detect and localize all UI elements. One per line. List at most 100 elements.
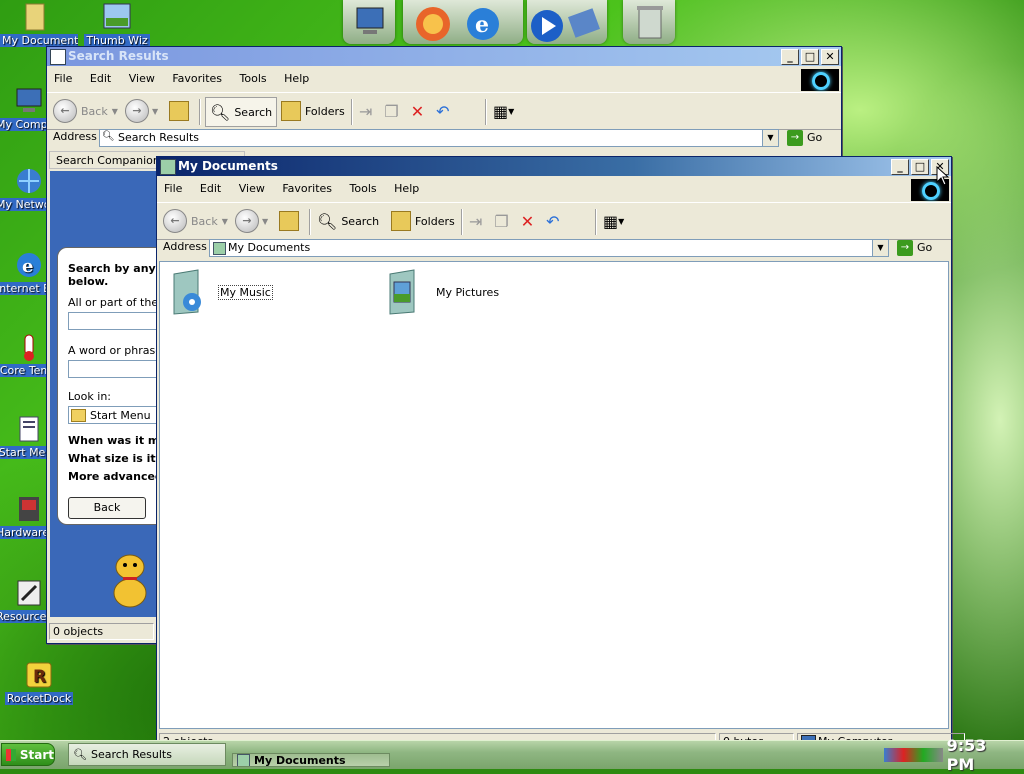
lookin-label: Look in: [68, 390, 111, 403]
search-results-icon: 🔍︎ [102, 131, 115, 142]
start-button[interactable]: Start [1, 743, 55, 766]
copy-to-icon[interactable]: ❐ [494, 212, 508, 231]
taskbar: Start 🔍︎ Search Results My Documents 9:5… [0, 736, 1024, 774]
edit-tools: ⇥ ❐ ✕ ↶ [359, 97, 450, 125]
delete-icon[interactable]: ✕ [521, 212, 534, 231]
views-button[interactable]: ▦ ▼ [493, 97, 514, 125]
menu-help[interactable]: Help [277, 69, 316, 85]
folders-label: Folders [305, 104, 345, 118]
clock[interactable]: 9:53 PM [947, 736, 1018, 774]
documents-window-icon [160, 159, 176, 175]
toolbar-separator [309, 209, 311, 235]
go-button[interactable]: → Go [897, 239, 932, 256]
recycle-bin-icon[interactable] [623, 0, 675, 44]
desktop-icon-thumb-wiz[interactable]: Thumb Wiz [82, 2, 152, 50]
menu-favorites[interactable]: Favorites [165, 69, 229, 85]
core-temp-icon [14, 332, 44, 362]
lookin-value: Start Menu [90, 408, 151, 422]
folder-icon [71, 408, 86, 422]
filename-input[interactable] [68, 312, 166, 330]
companion-heading: Search by any or all of the criteria bel… [68, 262, 166, 288]
mouse-cursor-icon [936, 166, 950, 186]
folder-documents-icon [20, 2, 50, 32]
music-folder-icon [168, 268, 212, 316]
menu-tools[interactable]: Tools [233, 69, 274, 85]
word-input[interactable] [68, 360, 166, 378]
menu-edit[interactable]: Edit [83, 69, 118, 85]
menu-tools[interactable]: Tools [343, 179, 384, 195]
menu-help[interactable]: Help [387, 179, 426, 195]
back-button[interactable]: ← Back ▼ [53, 97, 118, 125]
search-dog-icon [106, 537, 147, 608]
docs-window-titlebar[interactable]: My Documents _ □ ✕ [157, 157, 951, 176]
companion-back-button[interactable]: Back [68, 497, 146, 519]
delete-icon[interactable]: ✕ [411, 102, 424, 121]
maximize-button[interactable]: □ [801, 49, 819, 65]
network-icon [14, 166, 44, 196]
advanced-options[interactable]: More advanced options [68, 470, 166, 483]
menu-file[interactable]: File [157, 179, 189, 195]
go-arrow-icon: → [897, 239, 913, 256]
search-icon: 🔍︎ [210, 102, 231, 122]
back-button[interactable]: ← Back ▼ [163, 207, 228, 235]
menu-view[interactable]: View [232, 179, 272, 195]
word-label: A word or phrase in the file: [68, 344, 166, 357]
resource-hacker-icon [14, 578, 44, 608]
svg-text:R: R [33, 667, 46, 687]
menu-file[interactable]: File [47, 69, 79, 85]
address-input[interactable]: 🔍︎ Search Results ▼ [99, 129, 779, 147]
lookin-select[interactable]: Start Menu [68, 406, 166, 424]
hardware-monitor-icon [14, 494, 44, 524]
search-window-titlebar[interactable]: Search Results _ □ ✕ [47, 47, 841, 66]
menu-favorites[interactable]: Favorites [275, 179, 339, 195]
folders-button[interactable]: Folders [391, 207, 455, 235]
size-option[interactable]: What size is it? [68, 452, 166, 465]
docs-address-bar: Address My Documents ▼ → Go [157, 237, 951, 259]
folder-item-my-music[interactable]: My Music [168, 268, 273, 316]
svg-text:e: e [22, 256, 33, 277]
taskbar-button-label: My Documents [254, 753, 346, 767]
menu-edit[interactable]: Edit [193, 179, 228, 195]
pictures-folder-icon [386, 268, 430, 316]
up-folder-icon [169, 101, 189, 121]
undo-icon[interactable]: ↶ [546, 212, 559, 231]
folder-item-my-pictures[interactable]: My Pictures [386, 268, 499, 316]
menu-view[interactable]: View [122, 69, 162, 85]
search-button[interactable]: 🔍︎ Search [317, 207, 379, 235]
undo-icon[interactable]: ↶ [436, 102, 449, 121]
address-dropdown[interactable]: ▼ [762, 130, 778, 146]
address-label: Address [53, 130, 97, 143]
back-label: Back [93, 501, 121, 514]
taskbar-button-search-results[interactable]: 🔍︎ Search Results [68, 743, 226, 766]
copy-to-icon[interactable]: ❐ [384, 102, 398, 121]
desktop-icon-my-documents[interactable]: My Documents [0, 2, 78, 50]
address-input[interactable]: My Documents ▼ [209, 239, 889, 257]
desktop-icon-label: RocketDock [4, 692, 74, 705]
up-folder-button[interactable] [279, 207, 299, 235]
companion-title: Search Companion [56, 154, 160, 167]
folders-button[interactable]: Folders [281, 97, 345, 125]
minimize-button[interactable]: _ [891, 159, 909, 175]
minimize-button[interactable]: _ [781, 49, 799, 65]
forward-button[interactable]: → ▼ [125, 97, 158, 125]
up-folder-button[interactable] [169, 97, 189, 125]
window-controls: _ □ ✕ [779, 49, 839, 65]
search-icon: 🔍︎ [317, 211, 338, 231]
when-modified-option[interactable]: When was it modified? [68, 434, 166, 447]
move-to-icon[interactable]: ⇥ [469, 212, 482, 231]
views-button[interactable]: ▦ ▼ [603, 207, 624, 235]
rocketdock-icon: R [24, 660, 54, 690]
desktop-icon-rocketdock[interactable]: R RocketDock [4, 660, 74, 708]
go-button[interactable]: → Go [787, 129, 822, 146]
move-to-icon[interactable]: ⇥ [359, 102, 372, 121]
close-button[interactable]: ✕ [821, 49, 839, 65]
maximize-button[interactable]: □ [911, 159, 929, 175]
forward-button[interactable]: → ▼ [235, 207, 268, 235]
computer-icon[interactable] [343, 0, 395, 44]
search-button[interactable]: 🔍︎ Search [205, 97, 278, 127]
edit-tools: ⇥ ❐ ✕ ↶ [469, 207, 560, 235]
taskbar-button-my-documents[interactable]: My Documents [232, 753, 390, 767]
folders-icon [391, 211, 411, 231]
toolbar-separator [351, 99, 353, 125]
address-dropdown[interactable]: ▼ [872, 240, 888, 256]
